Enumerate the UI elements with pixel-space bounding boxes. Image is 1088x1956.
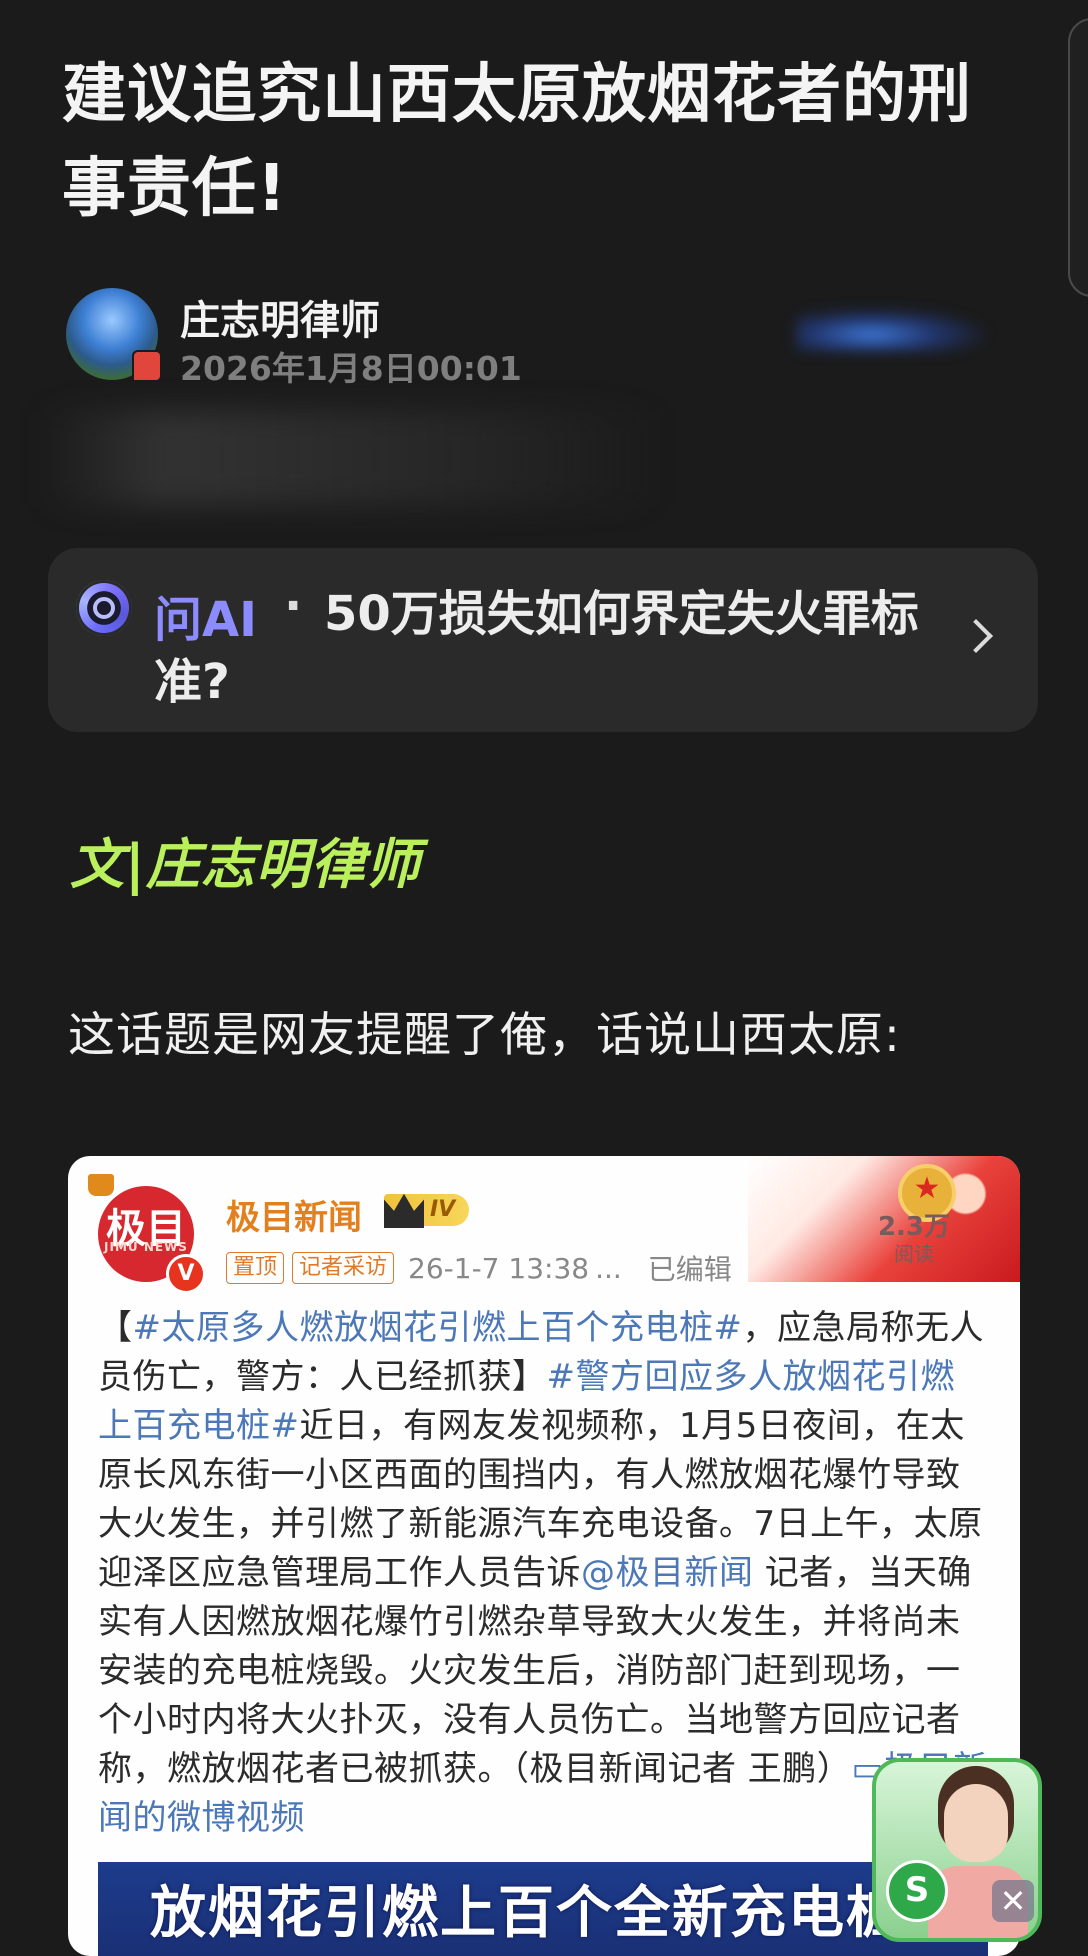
- separator-dot: ·: [284, 578, 303, 634]
- publish-date: 2026年1月8日00:01: [180, 349, 522, 388]
- pinned-tag: 置顶: [226, 1252, 285, 1284]
- side-panel-handle[interactable]: [1068, 18, 1088, 297]
- crown-icon: [88, 1174, 114, 1196]
- ai-assistant-icon: [76, 580, 132, 636]
- verified-icon: V: [166, 1254, 206, 1294]
- assistant-avatar: [944, 1784, 1008, 1862]
- article-byline: 文|庄志明律师: [70, 833, 421, 896]
- body-text: 【: [98, 1308, 133, 1348]
- blurred-region: [796, 308, 986, 352]
- hashtag-link: #太原多人燃放烟花引燃上百个充电桩#: [132, 1308, 743, 1348]
- mention-link: @极目新闻: [581, 1553, 754, 1593]
- post-time: 26-1-7 13:38: [408, 1251, 590, 1285]
- vip-level-badge: IV: [384, 1193, 470, 1228]
- ai-question-text: 50万损失如何界定失火罪标准?: [154, 586, 919, 710]
- thumbnail-caption: 放烟花引燃上百个全新充电桩: [150, 1881, 904, 1946]
- vip-crown-icon: [384, 1193, 424, 1228]
- close-icon[interactable]: ✕: [992, 1880, 1034, 1922]
- account-name: 极目新闻: [226, 1198, 362, 1238]
- video-thumbnail: 放烟花引燃上百个全新充电桩: [98, 1862, 988, 1956]
- author-name[interactable]: 庄志明律师: [180, 288, 380, 346]
- ask-ai-card[interactable]: 50万损失如何界定失火罪标准? 问AI ·: [48, 548, 1038, 732]
- logo-subtext: JIMU NEWS: [104, 1240, 188, 1254]
- blurred-region: [40, 410, 660, 506]
- ask-ai-label: 问AI: [154, 592, 258, 648]
- edited-label: 已编辑: [647, 1253, 732, 1286]
- post-body: 【#太原多人燃放烟花引燃上百个充电桩#，应急局称无人员伤亡，警方：人已经抓获】#…: [98, 1304, 988, 1843]
- post-meta-row: 置顶 记者采访 26-1-7 13:38... 已编辑: [226, 1248, 732, 1286]
- vip-level: IV: [430, 1197, 456, 1222]
- assistant-logo-icon: S: [886, 1860, 948, 1922]
- post-ellipsis: ...: [595, 1251, 622, 1285]
- article-title: 建议追究山西太原放烟花者的刑事责任!: [62, 58, 972, 226]
- read-label: 阅读: [894, 1242, 934, 1266]
- banner-image: 2.3万 阅读: [748, 1156, 1020, 1282]
- author-row[interactable]: 庄志明律师 2026年1月8日00:01: [66, 288, 1006, 388]
- interview-tag: 记者采访: [292, 1252, 395, 1284]
- avatar-badge-icon: [132, 350, 162, 382]
- intro-paragraph: 这话题是网友提醒了俺，话说山西太原:: [68, 1008, 901, 1063]
